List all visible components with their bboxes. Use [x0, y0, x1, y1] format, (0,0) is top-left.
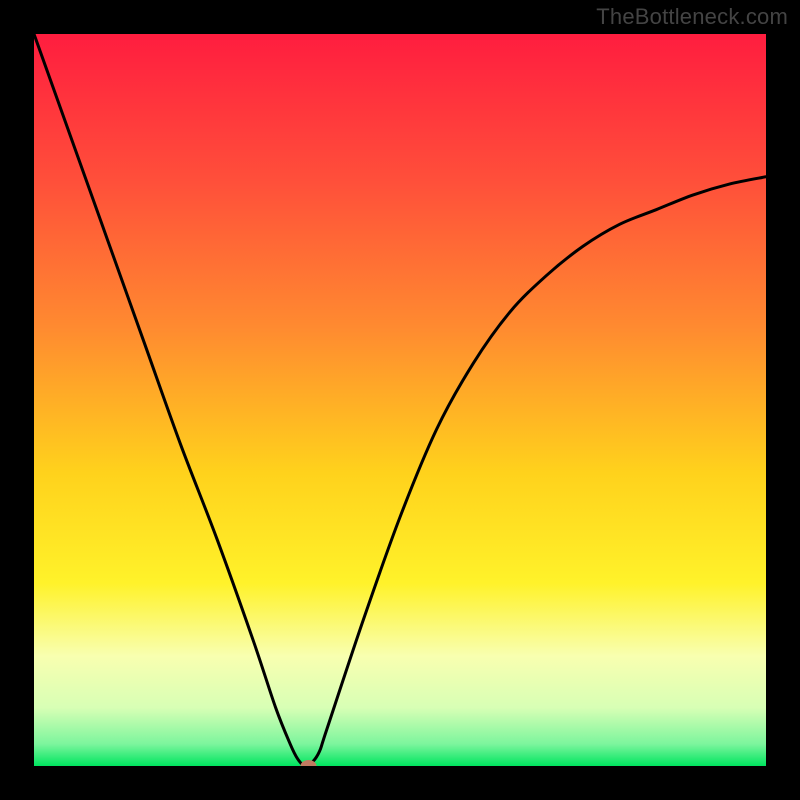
plot-area [34, 34, 766, 766]
gradient-background [34, 34, 766, 766]
chart-svg [34, 34, 766, 766]
chart-frame: TheBottleneck.com [0, 0, 800, 800]
watermark-text: TheBottleneck.com [596, 4, 788, 30]
